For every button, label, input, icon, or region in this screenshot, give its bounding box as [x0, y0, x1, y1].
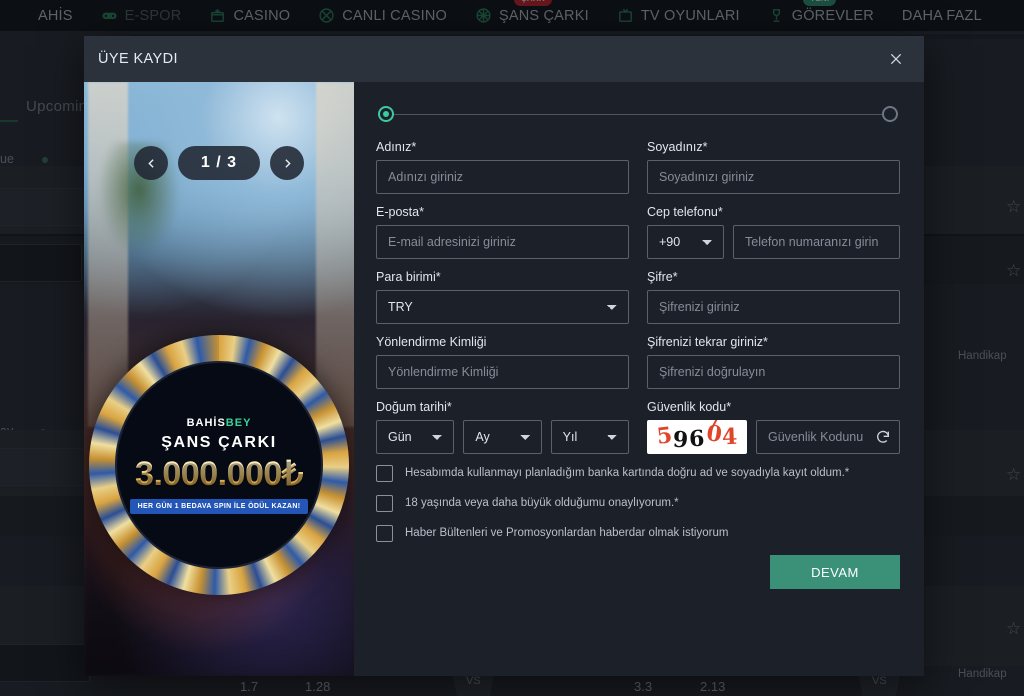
password-confirm-group: Şifrenizi tekrar giriniz*	[647, 335, 900, 389]
security-code-field	[756, 420, 900, 454]
dob-security-row: Doğum tarihi* Gün Ay Yıl Güvenlik kodu* …	[376, 400, 900, 454]
birth-date-label: Doğum tarihi*	[376, 400, 452, 414]
password-input[interactable]	[647, 290, 900, 324]
close-icon[interactable]	[882, 45, 910, 73]
currency-label: Para birimi*	[376, 270, 441, 284]
decorative-column	[316, 82, 354, 427]
promo-pill: HER GÜN 1 BEDAVA SPIN İLE ÖDÜL KAZAN!	[129, 498, 309, 514]
consent-row[interactable]: 18 yaşında veya daha büyük olduğumu onay…	[376, 495, 900, 512]
birth-day-select[interactable]: Gün	[376, 420, 455, 454]
captcha-char: 6	[688, 425, 706, 453]
phone-number-input[interactable]	[733, 225, 900, 259]
security-code-label: Güvenlik kodu*	[647, 400, 732, 414]
captcha-char: 4	[721, 423, 738, 451]
app-root: AHİS E-SPOR CASINO CANLI CASINO	[0, 0, 1024, 696]
phone-row: +90	[647, 225, 900, 259]
modal-title: ÜYE KAYDI	[98, 51, 178, 67]
birth-date-selects: Gün Ay Yıl	[376, 420, 629, 454]
consent-checkboxes: Hesabımda kullanmayı planladığım banka k…	[376, 465, 900, 542]
consent-row[interactable]: Haber Bültenleri ve Promosyonlardan habe…	[376, 525, 900, 542]
step-connector	[394, 113, 882, 115]
phone-group: Cep telefonu* +90	[647, 205, 900, 259]
first-name-label: Adınız*	[376, 140, 417, 154]
newsletter-checkbox-label: Haber Bültenleri ve Promosyonlardan habe…	[405, 527, 729, 540]
referral-confirm-row: Yönlendirme Kimliği Şifrenizi tekrar gir…	[376, 335, 900, 389]
birth-date-group: Doğum tarihi* Gün Ay Yıl	[376, 400, 629, 454]
promo-subtitle: ŞANS ÇARKI	[161, 433, 277, 451]
bank-card-checkbox[interactable]	[376, 465, 393, 482]
referral-input[interactable]	[376, 355, 629, 389]
password-confirm-input[interactable]	[647, 355, 900, 389]
modal-header: ÜYE KAYDI	[84, 36, 924, 82]
currency-select[interactable]: TRY	[376, 290, 629, 324]
promo-brand-first: BAHİS	[186, 416, 226, 429]
continue-button[interactable]: DEVAM	[770, 555, 900, 589]
email-group: E-posta*	[376, 205, 629, 259]
birth-year-select[interactable]: Yıl	[550, 420, 629, 454]
password-confirm-label: Şifrenizi tekrar giriniz*	[647, 335, 768, 349]
step-dot-1[interactable]	[378, 106, 394, 122]
chevron-right-icon[interactable]	[270, 146, 304, 180]
email-label: E-posta*	[376, 205, 424, 219]
email-input[interactable]	[376, 225, 629, 259]
captcha-char: 5	[655, 422, 674, 450]
promo-brand-second: BEY	[225, 416, 252, 429]
captcha-image: 5 9 6 0 4	[647, 420, 747, 454]
prize-wheel: BAHİSBEY ŞANS ÇARKI 3.000.000₺ HER GÜN 1…	[89, 335, 349, 595]
first-name-group: Adınız*	[376, 140, 629, 194]
security-code-group: Güvenlik kodu* 5 9 6 0 4	[647, 400, 900, 454]
phone-label: Cep telefonu*	[647, 205, 723, 219]
currency-password-row: Para birimi* TRY Şifre*	[376, 270, 900, 324]
carousel-counter: 1 / 3	[178, 146, 260, 180]
modal-body: BAHİSBEY ŞANS ÇARKI 3.000.000₺ HER GÜN 1…	[84, 82, 924, 676]
referral-label: Yönlendirme Kimliği	[376, 335, 487, 349]
security-code-row: 5 9 6 0 4	[647, 420, 900, 454]
currency-group: Para birimi* TRY	[376, 270, 629, 324]
registration-form: Adınız* Soyadınız* E-posta* Cep telefonu	[354, 82, 924, 676]
password-group: Şifre*	[647, 270, 900, 324]
prize-wheel-center: BAHİSBEY ŞANS ÇARKI 3.000.000₺ HER GÜN 1…	[115, 361, 323, 569]
last-name-label: Soyadınız*	[647, 140, 708, 154]
name-row: Adınız* Soyadınız*	[376, 140, 900, 194]
registration-modal: ÜYE KAYDI BAHİSBEY ŞANS ÇARKI 3.000.000₺…	[84, 36, 924, 676]
step-indicator	[376, 96, 900, 140]
promo-panel: BAHİSBEY ŞANS ÇARKI 3.000.000₺ HER GÜN 1…	[84, 82, 354, 676]
contact-row: E-posta* Cep telefonu* +90	[376, 205, 900, 259]
bank-card-checkbox-label: Hesabımda kullanmayı planladığım banka k…	[405, 467, 850, 480]
form-actions: DEVAM	[376, 555, 900, 589]
refresh-icon[interactable]	[875, 429, 891, 445]
promo-brand: BAHİSBEY	[187, 417, 252, 429]
password-label: Şifre*	[647, 270, 678, 284]
age-checkbox-label: 18 yaşında veya daha büyük olduğumu onay…	[405, 497, 679, 510]
promo-carousel-controls: 1 / 3	[84, 146, 354, 180]
newsletter-checkbox[interactable]	[376, 525, 393, 542]
consent-row[interactable]: Hesabımda kullanmayı planladığım banka k…	[376, 465, 900, 482]
last-name-input[interactable]	[647, 160, 900, 194]
step-dot-2[interactable]	[882, 106, 898, 122]
referral-group: Yönlendirme Kimliği	[376, 335, 629, 389]
last-name-group: Soyadınız*	[647, 140, 900, 194]
phone-country-code-select[interactable]: +90	[647, 225, 724, 259]
captcha-char: 9	[671, 426, 690, 454]
birth-month-select[interactable]: Ay	[463, 420, 542, 454]
age-checkbox[interactable]	[376, 495, 393, 512]
first-name-input[interactable]	[376, 160, 629, 194]
promo-amount: 3.000.000₺	[135, 454, 303, 493]
chevron-left-icon[interactable]	[134, 146, 168, 180]
